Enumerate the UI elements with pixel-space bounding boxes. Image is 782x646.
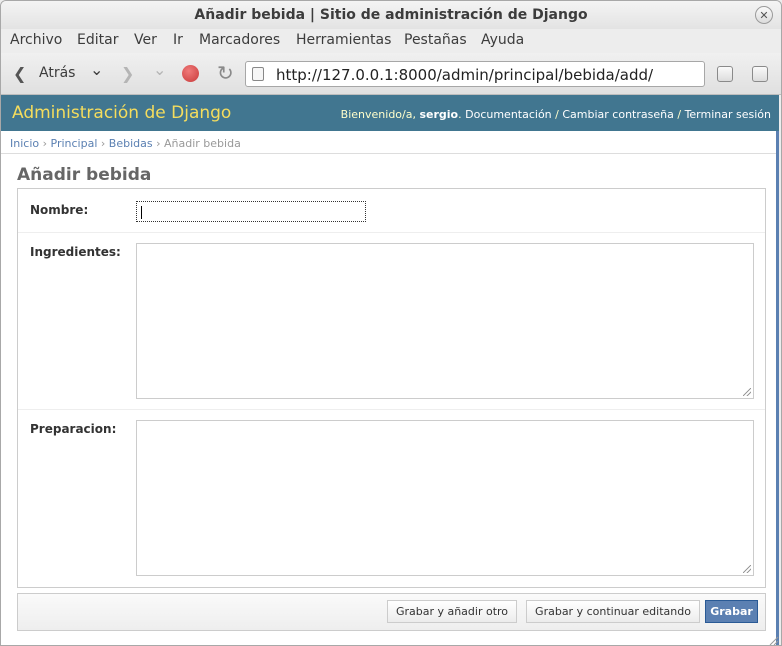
- breadcrumb-app[interactable]: Principal: [51, 137, 98, 150]
- resize-grip-icon[interactable]: [743, 388, 751, 396]
- window-title: Añadir bebida | Sitio de administración …: [194, 7, 588, 23]
- user-tools: Bienvenido/a, sergio. Documentación / Ca…: [341, 108, 771, 121]
- breadcrumb-model[interactable]: Bebidas: [109, 137, 153, 150]
- breadcrumb-separator: ›: [97, 137, 109, 150]
- welcome-text: Bienvenido/a,: [340, 108, 420, 121]
- breadcrumb-separator: ›: [152, 137, 165, 150]
- ingredientes-textarea[interactable]: [136, 243, 754, 399]
- browser-window: Añadir bebida | Sitio de administración …: [0, 0, 782, 646]
- nombre-label: Nombre:: [30, 203, 89, 217]
- menu-editar[interactable]: Editar: [77, 32, 118, 48]
- menu-ver[interactable]: Ver: [134, 32, 157, 48]
- forward-arrow-icon[interactable]: ❯: [121, 64, 134, 83]
- change-password-link[interactable]: Cambiar contraseña: [562, 108, 673, 121]
- preparacion-textarea[interactable]: [136, 420, 754, 576]
- admin-header: Administración de Django Bienvenido/a, s…: [1, 95, 779, 131]
- window-resize-grip-icon[interactable]: [767, 631, 779, 645]
- menu-ayuda[interactable]: Ayuda: [481, 32, 524, 48]
- page-icon: [252, 67, 264, 81]
- breadcrumb: Inicio › Principal › Bebidas › Añadir be…: [1, 131, 779, 154]
- form-row-nombre: Nombre:: [18, 189, 765, 233]
- text-caret: [141, 206, 142, 219]
- close-window-button[interactable]: ✕: [755, 6, 773, 24]
- nombre-input[interactable]: [136, 201, 366, 222]
- resize-grip-icon[interactable]: [743, 565, 751, 573]
- save-button[interactable]: Grabar: [705, 600, 758, 623]
- back-button[interactable]: Atrás: [39, 65, 75, 81]
- save-and-continue-button[interactable]: Grabar y continuar editando: [526, 600, 700, 623]
- menu-herramientas[interactable]: Herramientas: [296, 32, 391, 48]
- save-and-add-another-button[interactable]: Grabar y añadir otro: [387, 600, 517, 623]
- stop-icon[interactable]: [182, 65, 199, 82]
- menu-archivo[interactable]: Archivo: [10, 32, 62, 48]
- documentation-link[interactable]: Documentación: [465, 108, 552, 121]
- page-edge-strip: [776, 131, 779, 645]
- breadcrumb-home[interactable]: Inicio: [10, 137, 39, 150]
- ingredientes-label: Ingredientes:: [30, 245, 121, 259]
- submit-row: Grabar y añadir otro Grabar y continuar …: [17, 593, 766, 631]
- page-viewport: Administración de Django Bienvenido/a, s…: [1, 95, 779, 645]
- url-text: http://127.0.0.1:8000/admin/principal/be…: [276, 66, 654, 84]
- preparacion-label: Preparacion:: [30, 422, 117, 436]
- form-row-ingredientes: Ingredientes:: [18, 233, 765, 410]
- back-arrow-icon[interactable]: ❮: [13, 64, 26, 83]
- breadcrumb-separator: ›: [39, 137, 51, 150]
- zoom-in-icon[interactable]: [752, 66, 768, 82]
- menu-marcadores[interactable]: Marcadores: [199, 32, 280, 48]
- bebida-form: Nombre: Ingredientes: Preparacion:: [17, 188, 766, 588]
- menu-pestanas[interactable]: Pestañas: [404, 32, 467, 48]
- separator: /: [551, 108, 563, 121]
- forward-history-dropdown-icon[interactable]: ⌄: [153, 60, 166, 79]
- form-row-preparacion: Preparacion:: [18, 410, 765, 587]
- url-bar[interactable]: http://127.0.0.1:8000/admin/principal/be…: [245, 61, 705, 87]
- title-bar: Añadir bebida | Sitio de administración …: [1, 1, 781, 29]
- menu-bar: Archivo Editar Ver Ir Marcadores Herrami…: [1, 29, 781, 53]
- back-history-dropdown-icon[interactable]: ⌄: [90, 60, 103, 79]
- username: sergio: [419, 108, 459, 121]
- separator: /: [673, 108, 685, 121]
- zoom-out-icon[interactable]: [717, 66, 733, 82]
- logout-link[interactable]: Terminar sesión: [685, 108, 771, 121]
- page-title: Añadir bebida: [17, 165, 152, 185]
- site-branding[interactable]: Administración de Django: [12, 103, 231, 123]
- navigation-toolbar: ❮ Atrás ⌄ ❯ ⌄ ↻ http://127.0.0.1:8000/ad…: [1, 53, 781, 95]
- reload-icon[interactable]: ↻: [217, 61, 234, 85]
- menu-ir[interactable]: Ir: [173, 32, 183, 48]
- breadcrumb-current: Añadir bebida: [164, 137, 241, 150]
